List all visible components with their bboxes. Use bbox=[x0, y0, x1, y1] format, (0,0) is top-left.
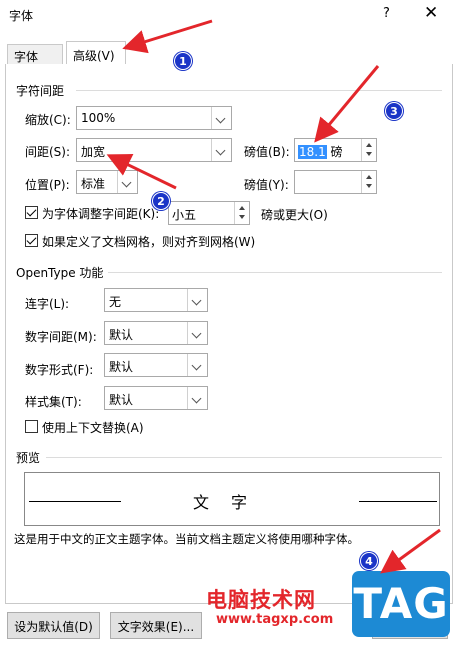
tag-logo: TAG bbox=[352, 571, 450, 637]
spin-up-icon bbox=[366, 175, 372, 179]
watermark-site-name: 电脑技术网 bbox=[206, 588, 316, 612]
text-effects-button[interactable]: 文字效果(E)... bbox=[110, 612, 202, 639]
num-spacing-combo[interactable]: 默认 bbox=[104, 321, 208, 345]
preview-description: 这是用于中文的正文主题字体。当前文档主题定义将使用哪种字体。 bbox=[14, 532, 359, 546]
tag-logo-text: TAG bbox=[353, 579, 449, 628]
set-default-button[interactable]: 设为默认值(D) bbox=[7, 612, 100, 639]
ligatures-value: 无 bbox=[109, 295, 122, 309]
scale-combo[interactable]: 100% bbox=[76, 106, 232, 130]
chevron-down-icon[interactable] bbox=[187, 354, 207, 376]
annotation-badge-3: 3 bbox=[385, 102, 403, 120]
set-default-label: 设为默认值(D) bbox=[14, 620, 93, 634]
spinner-buttons[interactable] bbox=[234, 202, 249, 224]
preview-baseline bbox=[359, 501, 437, 502]
spacing-pt-label: 磅值(B): bbox=[244, 145, 290, 159]
spin-down-icon bbox=[366, 152, 372, 156]
chevron-down-icon[interactable] bbox=[117, 171, 137, 193]
section-opentype: OpenType 功能 bbox=[16, 266, 104, 280]
tab-advanced-label: 高级(V) bbox=[73, 49, 115, 63]
position-label: 位置(P): bbox=[25, 178, 70, 192]
preview-box: 文字 bbox=[24, 472, 440, 526]
contextual-checkbox[interactable] bbox=[25, 420, 38, 433]
spacing-label: 间距(S): bbox=[25, 145, 71, 159]
position-combo[interactable]: 标准 bbox=[76, 170, 138, 194]
num-spacing-label: 数字间距(M): bbox=[25, 330, 97, 344]
kerning-label: 为字体调整字间距(K): bbox=[42, 207, 160, 221]
spin-up-icon bbox=[239, 206, 245, 210]
text-effects-label: 文字效果(E)... bbox=[117, 620, 195, 634]
spacing-pt-value[interactable]: 18.1 磅 bbox=[298, 143, 343, 160]
tab-advanced[interactable]: 高级(V) bbox=[66, 41, 126, 65]
position-pt-spinner[interactable] bbox=[294, 170, 377, 194]
kerning-suffix: 磅或更大(O) bbox=[261, 208, 328, 222]
watermark-url: www.tagxp.com bbox=[216, 612, 334, 627]
preview-sample: 文字 bbox=[193, 493, 270, 512]
help-button[interactable]: ? bbox=[383, 6, 390, 21]
spacing-value: 加宽 bbox=[81, 145, 106, 159]
annotation-badge-1: 1 bbox=[174, 52, 192, 70]
kerning-checkbox[interactable] bbox=[25, 206, 38, 219]
divider bbox=[108, 272, 442, 273]
annotation-badge-2: 2 bbox=[152, 192, 170, 210]
section-char-spacing: 字符间距 bbox=[16, 84, 65, 98]
spacing-pt-spinner[interactable]: 18.1 磅 bbox=[294, 138, 377, 162]
window-title: 字体 bbox=[9, 9, 34, 23]
divider bbox=[76, 90, 442, 91]
position-value: 标准 bbox=[81, 177, 106, 191]
ligatures-label: 连字(L): bbox=[25, 297, 70, 311]
title-bar: 字体 ? ✕ bbox=[0, 0, 458, 30]
num-spacing-value: 默认 bbox=[109, 328, 134, 342]
spacing-combo[interactable]: 加宽 bbox=[76, 138, 232, 162]
divider bbox=[46, 457, 442, 458]
grid-label: 如果定义了文档网格，则对齐到网格(W) bbox=[42, 235, 256, 249]
stylistic-combo[interactable]: 默认 bbox=[104, 386, 208, 410]
position-pt-label: 磅值(Y): bbox=[244, 178, 289, 192]
ligatures-combo[interactable]: 无 bbox=[104, 288, 208, 312]
grid-checkbox[interactable] bbox=[25, 234, 38, 247]
num-forms-label: 数字形式(F): bbox=[25, 363, 94, 377]
num-forms-value: 默认 bbox=[109, 360, 134, 374]
close-button[interactable]: ✕ bbox=[424, 3, 438, 23]
spin-down-icon bbox=[366, 184, 372, 188]
annotation-badge-4: 4 bbox=[360, 552, 378, 570]
scale-value: 100% bbox=[81, 111, 116, 125]
chevron-down-icon[interactable] bbox=[211, 107, 231, 129]
stylistic-label: 样式集(T): bbox=[25, 395, 82, 409]
section-preview: 预览 bbox=[16, 451, 41, 465]
preview-baseline bbox=[29, 501, 121, 502]
kerning-value[interactable]: 小五 bbox=[172, 206, 196, 223]
contextual-label: 使用上下文替换(A) bbox=[42, 421, 144, 435]
chevron-down-icon[interactable] bbox=[211, 139, 231, 161]
spin-down-icon bbox=[239, 215, 245, 219]
scale-label: 缩放(C): bbox=[25, 113, 71, 127]
num-forms-combo[interactable]: 默认 bbox=[104, 353, 208, 377]
chevron-down-icon[interactable] bbox=[187, 387, 207, 409]
stylistic-value: 默认 bbox=[109, 393, 134, 407]
chevron-down-icon[interactable] bbox=[187, 289, 207, 311]
kerning-spinner[interactable]: 小五 bbox=[168, 201, 250, 225]
spinner-buttons[interactable] bbox=[361, 139, 376, 161]
tab-font[interactable]: 字体(N) bbox=[7, 44, 63, 79]
spinner-buttons[interactable] bbox=[361, 171, 376, 193]
spin-up-icon bbox=[366, 143, 372, 147]
chevron-down-icon[interactable] bbox=[187, 322, 207, 344]
